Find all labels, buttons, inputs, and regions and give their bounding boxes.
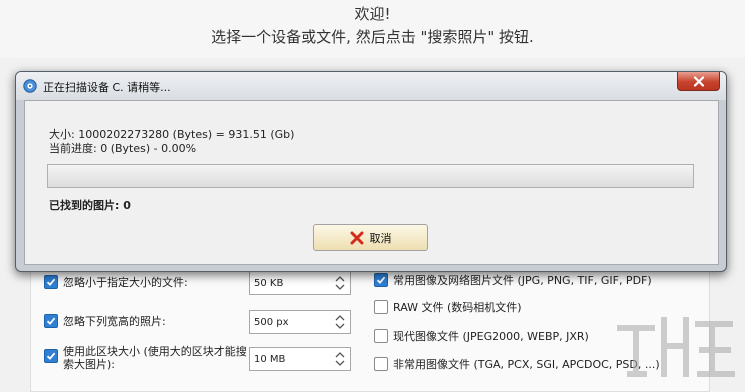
checkbox-ignore-small-files[interactable] <box>44 275 58 289</box>
checkmark-icon <box>46 278 56 286</box>
close-button[interactable] <box>677 72 720 91</box>
checkbox-common-images[interactable] <box>374 273 388 287</box>
option-block-size[interactable]: 使用此区块大小 (使用大的区块才能搜索大图片): <box>44 345 248 371</box>
option-label: 忽略下列宽高的照片: <box>63 315 166 328</box>
min-dimension-spinner[interactable]: 500 px <box>249 310 351 334</box>
option-common-images[interactable]: 常用图像及网络图片文件 (JPG, PNG, TIF, GIF, PDF) <box>374 272 652 288</box>
min-size-spinner[interactable]: 50 KB <box>249 271 351 295</box>
scan-progress-bar <box>47 164 694 188</box>
option-modern-images[interactable]: 现代图像文件 (JPEG2000, WEBP, JXR) <box>374 328 589 344</box>
checkbox-raw-files[interactable] <box>374 300 388 314</box>
red-x-icon <box>350 231 363 244</box>
watermark-logo <box>617 317 735 377</box>
spinner-value: 10 MB <box>254 353 286 365</box>
cancel-button[interactable]: 取消 <box>313 224 428 251</box>
dialog-titlebar[interactable]: 正在扫描设备 C. 请稍等... <box>16 72 726 100</box>
instruction-text: 选择一个设备或文件, 然后点击 "搜索照片" 按钮. <box>211 28 534 46</box>
option-ignore-small-files[interactable]: 忽略小于指定大小的文件: <box>44 274 188 290</box>
welcome-title: 欢迎! <box>354 5 391 23</box>
option-ignore-small-photos[interactable]: 忽略下列宽高的照片: <box>44 313 166 329</box>
checkbox-uncommon-images[interactable] <box>374 357 388 371</box>
spinner-value: 50 KB <box>254 277 284 289</box>
checkmark-icon <box>376 276 386 284</box>
checkmark-icon <box>46 352 56 360</box>
scan-dialog: 正在扫描设备 C. 请稍等... 大小: 1000202273280 (Byte… <box>15 71 727 272</box>
dialog-title: 正在扫描设备 C. 请稍等... <box>43 81 171 94</box>
spinner-value: 500 px <box>254 316 289 328</box>
checkbox-ignore-small-photos[interactable] <box>44 314 58 328</box>
app-disc-icon <box>23 79 37 93</box>
found-label: 已找到的图片: <box>49 199 120 212</box>
up-down-arrows-icon[interactable] <box>333 275 347 291</box>
up-down-arrows-icon[interactable] <box>333 314 347 330</box>
found-count: 0 <box>123 199 131 212</box>
cancel-label: 取消 <box>369 231 392 245</box>
found-photos: 已找到的图片: 0 <box>49 197 131 213</box>
up-down-arrows-icon[interactable] <box>333 351 347 367</box>
checkbox-modern-images[interactable] <box>374 329 388 343</box>
app-header: 欢迎! 选择一个设备或文件, 然后点击 "搜索照片" 按钮. <box>0 0 745 58</box>
option-label: RAW 文件 (数码相机文件) <box>393 301 522 314</box>
option-label: 使用此区块大小 (使用大的区块才能搜索大图片): <box>63 345 247 371</box>
option-raw-files[interactable]: RAW 文件 (数码相机文件) <box>374 299 522 315</box>
checkmark-icon <box>46 317 56 325</box>
option-label: 常用图像及网络图片文件 (JPG, PNG, TIF, GIF, PDF) <box>393 274 652 287</box>
progress-text: 当前进度: 0 (Bytes) - 0.00% <box>49 142 197 155</box>
option-label: 忽略小于指定大小的文件: <box>63 276 188 289</box>
block-size-spinner[interactable]: 10 MB <box>249 347 351 371</box>
checkbox-block-size[interactable] <box>44 349 58 363</box>
option-label: 现代图像文件 (JPEG2000, WEBP, JXR) <box>393 330 589 343</box>
dialog-content: 大小: 1000202273280 (Bytes) = 931.51 (Gb) … <box>24 100 719 265</box>
close-x-icon <box>693 75 704 87</box>
